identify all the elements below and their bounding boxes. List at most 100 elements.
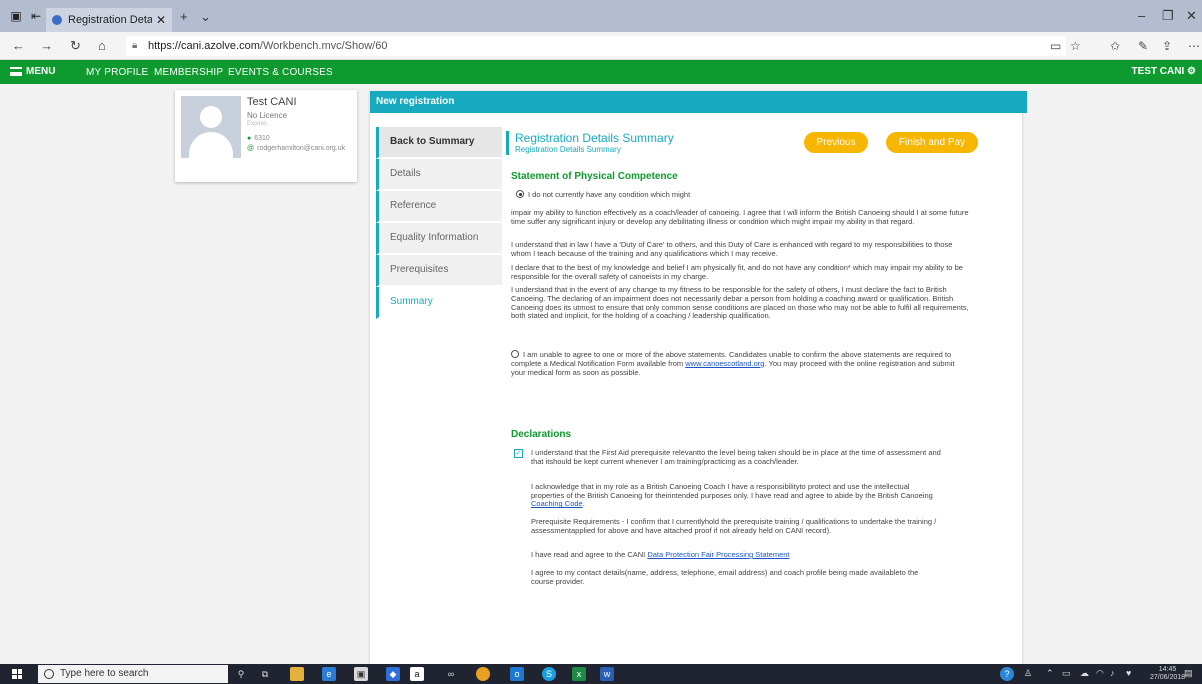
menu-button[interactable]: MENU bbox=[10, 66, 55, 77]
home-icon[interactable]: ⌂ bbox=[98, 38, 106, 53]
data-protection-link[interactable]: Data Protection Fair Processing Statemen… bbox=[647, 550, 789, 559]
declaration-prerequisite: Prerequisite Requirements - I confirm th… bbox=[531, 517, 937, 535]
previous-button[interactable]: Previous bbox=[804, 132, 868, 153]
side-back-to-summary[interactable]: Back to Summary bbox=[376, 127, 502, 159]
taskbar-clock[interactable]: 14:45 27/06/2018 bbox=[1150, 666, 1185, 682]
summary-title: Registration Details Summary bbox=[515, 131, 674, 145]
nav-my-profile[interactable]: MY PROFILE bbox=[86, 67, 148, 78]
dropbox-icon[interactable]: ◆ bbox=[386, 667, 400, 681]
competence-para-2: I understand that in law I have a 'Duty … bbox=[511, 240, 953, 258]
word-icon[interactable]: w bbox=[600, 667, 614, 681]
profile-licence: No Licence bbox=[247, 111, 288, 120]
competence-para-4: I understand that in the event of any ch… bbox=[511, 285, 969, 321]
outlook-icon[interactable]: o bbox=[510, 667, 524, 681]
browser-tab[interactable]: Registration Details - Gr ✕ bbox=[46, 8, 172, 32]
side-prerequisites[interactable]: Prerequisites bbox=[376, 255, 502, 287]
competence-heading: Statement of Physical Competence bbox=[511, 171, 678, 182]
profile-card: Test CANI No Licence Expires ● 6310 @ rodg… bbox=[175, 90, 357, 182]
restore-icon[interactable]: ❐ bbox=[1162, 8, 1174, 24]
side-equality-information[interactable]: Equality Information bbox=[376, 223, 502, 255]
declaration-contact-details: I agree to my contact details(name, addr… bbox=[531, 568, 919, 586]
profile-email-value: rodgerhamilton@cani.org.uk bbox=[257, 145, 346, 152]
new-tab-icon[interactable]: + bbox=[180, 9, 188, 24]
notifications-icon[interactable]: ▤ bbox=[1184, 668, 1193, 679]
excel-icon[interactable]: x bbox=[572, 667, 586, 681]
app-nav-bar: MENU MY PROFILE MEMBERSHIP EVENTS & COUR… bbox=[0, 60, 1202, 84]
address-bar: ← → ↻ ⌂ 🔒︎ https://cani.azolve.com/Workb… bbox=[0, 32, 1202, 60]
nav-membership[interactable]: MEMBERSHIP bbox=[154, 67, 223, 78]
profile-email: @ rodgerhamilton@cani.org.uk bbox=[247, 145, 345, 152]
refresh-icon[interactable]: ↻ bbox=[70, 38, 81, 54]
side-reference[interactable]: Reference bbox=[376, 191, 502, 223]
microphone-icon[interactable]: ⚲ bbox=[234, 667, 248, 681]
people-icon[interactable]: ♙ bbox=[1024, 668, 1032, 679]
url-host: https://cani.azolve.com bbox=[148, 40, 260, 52]
amazon-icon[interactable]: a bbox=[410, 667, 424, 681]
store-icon[interactable]: ▣ bbox=[354, 667, 368, 681]
panel-header-strip bbox=[1022, 91, 1027, 113]
wifi-icon[interactable]: ◠ bbox=[1096, 668, 1104, 679]
lock-icon: 🔒︎ bbox=[132, 40, 138, 51]
tab-title: Registration Details - Gr bbox=[68, 14, 152, 26]
skype-icon[interactable]: S bbox=[542, 667, 556, 681]
taskbar-search-placeholder: Type here to search bbox=[60, 668, 149, 679]
user-menu[interactable]: TEST CANI ⚙ bbox=[1131, 66, 1196, 77]
summary-title-block: Registration Details Summary Registratio… bbox=[506, 131, 674, 155]
file-explorer-icon[interactable] bbox=[290, 667, 304, 681]
favorites-hub-icon[interactable]: ✩ bbox=[1110, 39, 1120, 53]
browser-tab-bar: ▣ ⇤ Registration Details - Gr ✕ + ⌄ – ❐ … bbox=[0, 0, 1202, 32]
nav-events-courses[interactable]: EVENTS & COURSES bbox=[228, 67, 333, 78]
reading-view-icon[interactable]: ▭ bbox=[1050, 39, 1061, 53]
onedrive-icon[interactable]: ☁ bbox=[1080, 668, 1089, 679]
more-icon[interactable]: ⋯ bbox=[1188, 39, 1200, 53]
at-icon: @ bbox=[247, 145, 255, 152]
security-icon[interactable]: ♥ bbox=[1126, 668, 1131, 678]
user-name: TEST CANI bbox=[1131, 66, 1185, 77]
url-input[interactable]: 🔒︎ https://cani.azolve.com/Workbench.mvc… bbox=[126, 36, 1066, 56]
profile-expires: Expires bbox=[247, 121, 268, 127]
radio-selected-icon[interactable] bbox=[516, 190, 524, 198]
edge-icon[interactable]: e bbox=[322, 667, 336, 681]
volume-icon[interactable]: ♪ bbox=[1110, 668, 1115, 678]
competence-para-1: impair my ability to function effectivel… bbox=[511, 208, 969, 226]
back-icon[interactable]: ← bbox=[12, 38, 25, 53]
help-icon[interactable]: ? bbox=[1000, 667, 1014, 681]
summary-subtitle: Registration Details Summary bbox=[515, 145, 621, 154]
radio-no-condition[interactable]: I do not currently have any condition wh… bbox=[516, 190, 976, 200]
canoescotland-link[interactable]: www.canoescotland.org bbox=[685, 359, 764, 368]
radio-unselected-icon[interactable] bbox=[511, 350, 519, 358]
battery-icon[interactable]: ▭ bbox=[1062, 668, 1071, 679]
declarations-heading: Declarations bbox=[511, 429, 572, 440]
minimize-icon[interactable]: – bbox=[1138, 8, 1145, 23]
side-details[interactable]: Details bbox=[376, 159, 502, 191]
tab-actions-icon[interactable]: ▣ bbox=[8, 8, 24, 24]
profile-name: Test CANI bbox=[247, 96, 297, 108]
registration-panel: New registration Back to Summary Details… bbox=[370, 91, 1027, 684]
radio-unable-to-agree[interactable]: I am unable to agree to one or more of t… bbox=[511, 350, 971, 377]
chevron-down-icon[interactable]: ⌄ bbox=[200, 9, 211, 25]
finish-and-pay-button[interactable]: Finish and Pay bbox=[886, 132, 978, 153]
avatar bbox=[181, 96, 241, 158]
infinity-icon[interactable]: ∞ bbox=[444, 667, 458, 681]
tab-preview-icon[interactable]: ⇤ bbox=[28, 8, 44, 24]
declarations-checkbox[interactable]: ✓ bbox=[514, 449, 523, 458]
side-summary[interactable]: Summary bbox=[376, 287, 502, 319]
tray-chevron-up-icon[interactable]: ⌃ bbox=[1046, 668, 1054, 679]
pen-icon[interactable]: ✎ bbox=[1138, 39, 1148, 53]
task-view-icon[interactable]: ⧉ bbox=[258, 667, 272, 681]
windows-start-icon[interactable] bbox=[12, 669, 22, 679]
panel-header: New registration bbox=[370, 91, 1022, 113]
favorite-star-icon[interactable]: ☆ bbox=[1070, 39, 1081, 53]
share-icon[interactable]: ⇪ bbox=[1162, 39, 1172, 53]
hamburger-icon bbox=[10, 67, 22, 76]
forward-icon[interactable]: → bbox=[40, 38, 53, 53]
chrome-icon[interactable] bbox=[476, 667, 490, 681]
url-path: /Workbench.mvc/Show/60 bbox=[259, 40, 388, 52]
close-tab-icon[interactable]: ✕ bbox=[156, 13, 166, 27]
declaration-coaching-code: I acknowledge that in my role as a Briti… bbox=[531, 482, 933, 509]
close-window-icon[interactable]: ✕ bbox=[1186, 8, 1197, 24]
coaching-code-link[interactable]: Coaching Code bbox=[531, 499, 583, 508]
competence-para-3: I declare that to the best of my knowled… bbox=[511, 263, 963, 281]
declaration-data-protection: I have read and agree to the CANI Data P… bbox=[531, 550, 941, 560]
taskbar-search-input[interactable]: Type here to search bbox=[38, 665, 228, 683]
